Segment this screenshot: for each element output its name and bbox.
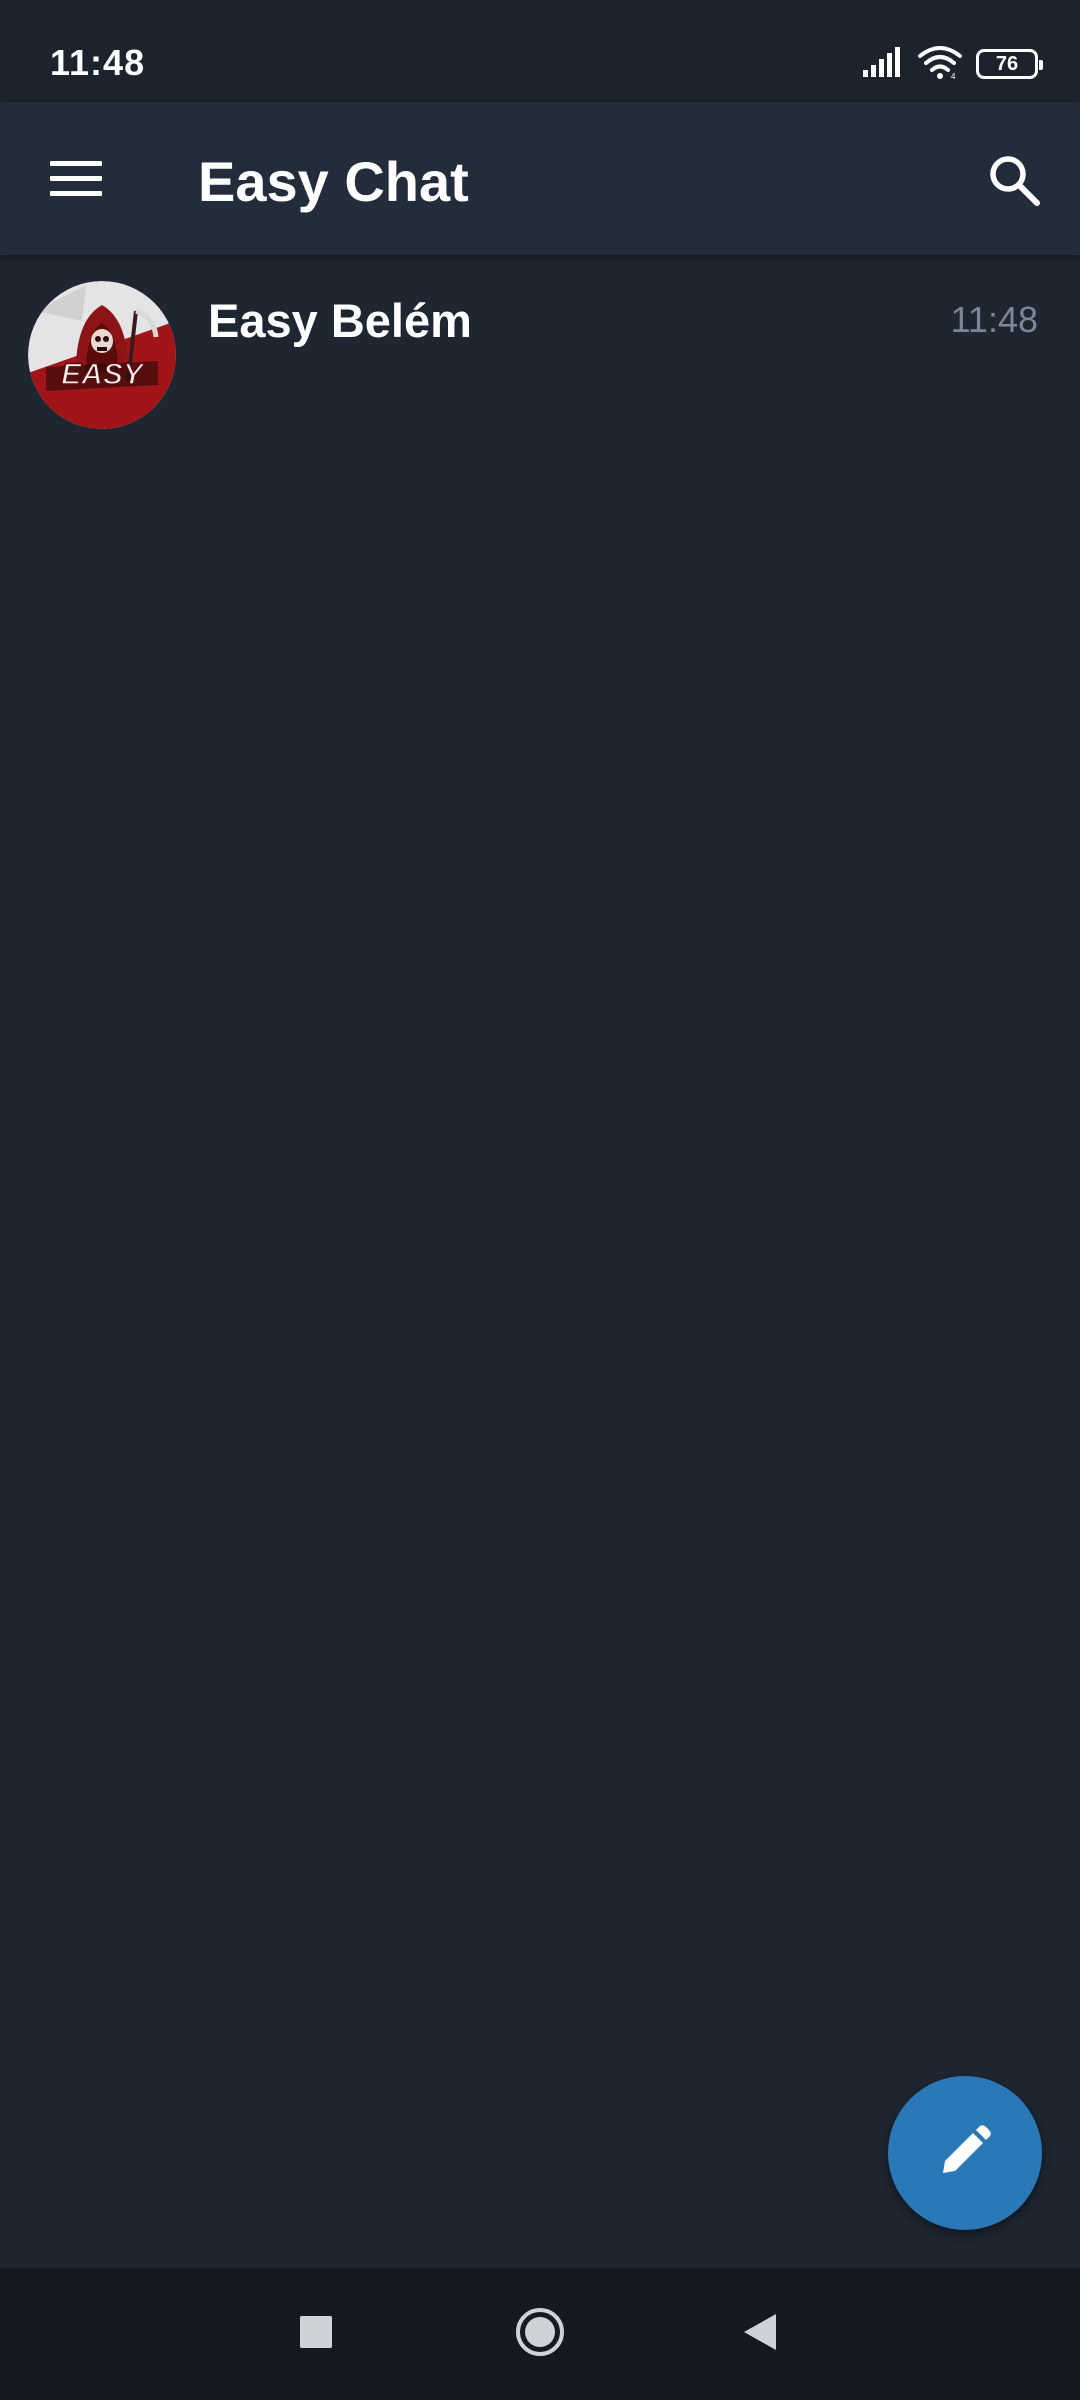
recents-square-icon: [299, 2315, 333, 2354]
status-time: 11:48: [50, 42, 146, 83]
back-triangle-icon: [742, 2312, 778, 2357]
back-button[interactable]: [724, 2298, 796, 2370]
app-bar: Easy Chat: [0, 102, 1080, 255]
recents-button[interactable]: [280, 2298, 352, 2370]
chat-name: Easy Belém: [208, 294, 472, 347]
app-title: Easy Chat: [198, 150, 469, 213]
pencil-icon: [937, 2123, 993, 2184]
status-bar: 11:48 4 76: [0, 0, 1080, 102]
status-icons: 4 76: [862, 44, 1043, 84]
easy-reaper-logo-avatar: EASY: [28, 281, 176, 429]
chat-time: 11:48: [950, 299, 1038, 340]
hamburger-menu-icon: [50, 159, 102, 204]
wifi-icon: 4: [918, 45, 962, 84]
chat-list-item[interactable]: EASY Easy Belém 11:48: [0, 255, 1080, 435]
signal-icon: [862, 46, 904, 83]
search-button[interactable]: [974, 144, 1054, 220]
battery-level: 76: [995, 53, 1019, 75]
avatar: EASY: [28, 281, 176, 429]
new-message-button[interactable]: [888, 2076, 1042, 2230]
search-icon: [988, 154, 1040, 211]
chat-list-screen: 11:48 4 76 Easy Chat EASY Easy Belém 11:…: [0, 0, 1080, 2400]
home-button[interactable]: [504, 2298, 576, 2370]
svg-text:EASY: EASY: [61, 358, 146, 391]
chat-list: EASY Easy Belém 11:48: [0, 255, 1080, 435]
svg-text:4: 4: [951, 72, 956, 79]
home-circle-icon: [514, 2306, 566, 2363]
menu-button[interactable]: [36, 146, 116, 216]
system-nav-bar: [0, 2268, 1080, 2400]
battery-icon: 76: [976, 49, 1043, 79]
